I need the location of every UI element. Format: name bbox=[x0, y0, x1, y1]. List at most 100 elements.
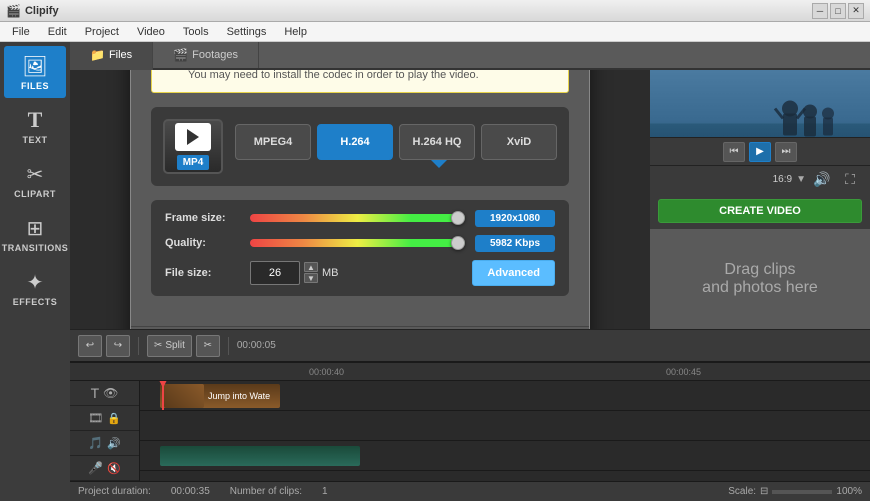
ruler-mark-1: 00:00:40 bbox=[148, 367, 505, 377]
playhead[interactable] bbox=[162, 381, 164, 410]
frame-size-thumb[interactable] bbox=[451, 211, 465, 225]
title-bar-controls[interactable]: ─ □ ✕ bbox=[812, 3, 864, 19]
info-line2: You may need to install the codec in ord… bbox=[188, 70, 479, 84]
clipart-icon: ✂ bbox=[27, 162, 44, 187]
advanced-button[interactable]: Advanced bbox=[472, 260, 555, 286]
volume-icon[interactable]: 🔊 bbox=[810, 168, 834, 192]
frame-size-slider[interactable] bbox=[250, 211, 465, 225]
undo-button[interactable]: ↩ bbox=[78, 335, 102, 357]
play-button[interactable]: ▶ bbox=[749, 142, 771, 162]
file-size-input[interactable]: 26 bbox=[250, 261, 300, 285]
tab-footages[interactable]: 🎬 Footages bbox=[153, 42, 259, 68]
scale-percent: 100% bbox=[836, 486, 862, 497]
file-size-decrement[interactable]: ▼ bbox=[304, 273, 318, 283]
sidebar-item-clipart[interactable]: ✂ CLIPART bbox=[4, 154, 66, 206]
content-area: 📁 Files 🎬 Footages bbox=[70, 42, 870, 501]
scale-label: Scale: bbox=[728, 486, 756, 497]
file-size-label: File size: bbox=[165, 267, 240, 279]
create-video-dialog: 🎬 Create Video ─ ✕ bbox=[130, 70, 590, 329]
sidebar: 🖼 FILES T TEXT ✂ CLIPART ⊞ TRANSITIONS ✦… bbox=[0, 42, 70, 501]
frame-size-row: Frame size: 1920x1080 bbox=[165, 210, 555, 227]
sidebar-item-effects[interactable]: ✦ EFFECTS bbox=[4, 262, 66, 314]
app-logo-icon: 🎬 bbox=[6, 4, 21, 18]
tab-files[interactable]: 📁 Files bbox=[70, 42, 153, 70]
quality-track bbox=[250, 239, 465, 247]
track-mute-icon[interactable]: 🔇 bbox=[107, 462, 121, 475]
separator-1 bbox=[138, 337, 139, 355]
menu-tools[interactable]: Tools bbox=[175, 24, 217, 40]
format-btn-h264hq[interactable]: H.264 HQ bbox=[399, 124, 475, 160]
track-text-icon: T bbox=[91, 385, 100, 401]
format-options: MPEG4 H.264 H.264 HQ XviD bbox=[235, 124, 557, 160]
maximize-button[interactable]: □ bbox=[830, 3, 846, 19]
timeline-tracks: T 👁 🎞 🔒 🎵 🔊 🎤 🔇 bbox=[70, 381, 870, 481]
menu-bar: File Edit Project Video Tools Settings H… bbox=[0, 22, 870, 42]
menu-help[interactable]: Help bbox=[276, 24, 315, 40]
close-button[interactable]: ✕ bbox=[848, 3, 864, 19]
menu-video[interactable]: Video bbox=[129, 24, 173, 40]
title-bar-left: 🎬 Clipify bbox=[6, 4, 59, 18]
time-display: 00:00:05 bbox=[237, 340, 276, 351]
info-text: H.264. The optimal choice in most cases.… bbox=[188, 70, 479, 84]
format-options-wrap: MPEG4 H.264 H.264 HQ XviD bbox=[235, 124, 557, 168]
dialog-body: i H.264. The optimal choice in most case… bbox=[131, 70, 589, 326]
minimize-button[interactable]: ─ bbox=[812, 3, 828, 19]
split-label: Split bbox=[165, 340, 184, 351]
menu-project[interactable]: Project bbox=[77, 24, 127, 40]
dialog-footer: ◀ Back ✔ Create Video ✕ Close bbox=[131, 326, 589, 330]
info-box: i H.264. The optimal choice in most case… bbox=[151, 70, 569, 93]
clips-count: 1 bbox=[322, 486, 328, 497]
file-size-increment[interactable]: ▲ bbox=[304, 262, 318, 272]
tabs-bar: 📁 Files 🎬 Footages bbox=[70, 42, 870, 70]
tracks-content: Jump into Wate bbox=[140, 381, 870, 481]
format-badge: MP4 bbox=[177, 155, 210, 170]
track-lock-icon[interactable]: 🔒 bbox=[107, 412, 121, 425]
format-btn-xvid[interactable]: XviD bbox=[481, 124, 557, 160]
canvas-section: 📁 Files 🎬 Footages bbox=[70, 42, 870, 481]
split-button[interactable]: ✂ Split bbox=[147, 335, 192, 357]
title-bar: 🎬 Clipify ─ □ ✕ bbox=[0, 0, 870, 22]
format-icon-box: MP4 bbox=[163, 119, 223, 174]
sidebar-item-transitions[interactable]: ⊞ TRANSITIONS bbox=[4, 208, 66, 260]
quality-thumb[interactable] bbox=[451, 236, 465, 250]
format-arrow bbox=[431, 162, 447, 168]
scale-control: Scale: ⊟ 100% bbox=[728, 486, 862, 497]
file-size-spinners: ▲ ▼ bbox=[304, 262, 318, 283]
track-mic-icon: 🎤 bbox=[88, 461, 103, 475]
cut-button[interactable]: ✂ bbox=[196, 335, 220, 357]
drag-text-line1: Drag clips bbox=[724, 261, 795, 279]
sidebar-item-files[interactable]: 🖼 FILES bbox=[4, 46, 66, 98]
sidebar-item-text[interactable]: T TEXT bbox=[4, 100, 66, 152]
quality-row: Quality: 5982 Kbps bbox=[165, 235, 555, 252]
quality-slider[interactable] bbox=[250, 236, 465, 250]
track-volume-icon[interactable]: 🔊 bbox=[107, 437, 121, 450]
clip-thumbnail bbox=[164, 384, 204, 408]
format-btn-h264[interactable]: H.264 bbox=[317, 124, 393, 160]
sidebar-label-clipart: CLIPART bbox=[14, 189, 56, 199]
menu-settings[interactable]: Settings bbox=[219, 24, 275, 40]
menu-edit[interactable]: Edit bbox=[40, 24, 75, 40]
drag-zone[interactable]: Drag clips and photos here bbox=[650, 229, 870, 329]
tab-files-label: Files bbox=[109, 49, 132, 61]
aspect-controls-bar: 16:9 ▼ 🔊 ⛶ bbox=[650, 165, 870, 193]
scale-bar[interactable] bbox=[772, 490, 832, 494]
sidebar-label-effects: EFFECTS bbox=[13, 297, 58, 307]
rewind-button[interactable]: ⏮ bbox=[723, 142, 745, 162]
track-ctrl-voice: 🎤 🔇 bbox=[70, 456, 139, 481]
files-tab-icon: 📁 bbox=[90, 48, 105, 62]
video-clip[interactable]: Jump into Wate bbox=[160, 384, 280, 408]
project-duration-label: Project duration: bbox=[78, 486, 151, 497]
project-duration-value: 00:00:35 bbox=[171, 486, 210, 497]
menu-file[interactable]: File bbox=[4, 24, 38, 40]
forward-button[interactable]: ⏭ bbox=[775, 142, 797, 162]
text-icon: T bbox=[28, 107, 43, 133]
format-btn-mpeg4[interactable]: MPEG4 bbox=[235, 124, 311, 160]
fullscreen-icon[interactable]: ⛶ bbox=[838, 168, 862, 192]
scale-slider[interactable]: ⊟ bbox=[760, 486, 768, 497]
create-video-main-button[interactable]: CREATE VIDEO bbox=[658, 199, 862, 223]
tab-footages-label: Footages bbox=[192, 49, 238, 61]
timeline-ruler: 00:00:40 00:00:45 bbox=[70, 363, 870, 381]
audio-clip[interactable] bbox=[160, 446, 360, 466]
redo-button[interactable]: ↪ bbox=[106, 335, 130, 357]
track-eye-icon[interactable]: 👁 bbox=[103, 386, 118, 400]
